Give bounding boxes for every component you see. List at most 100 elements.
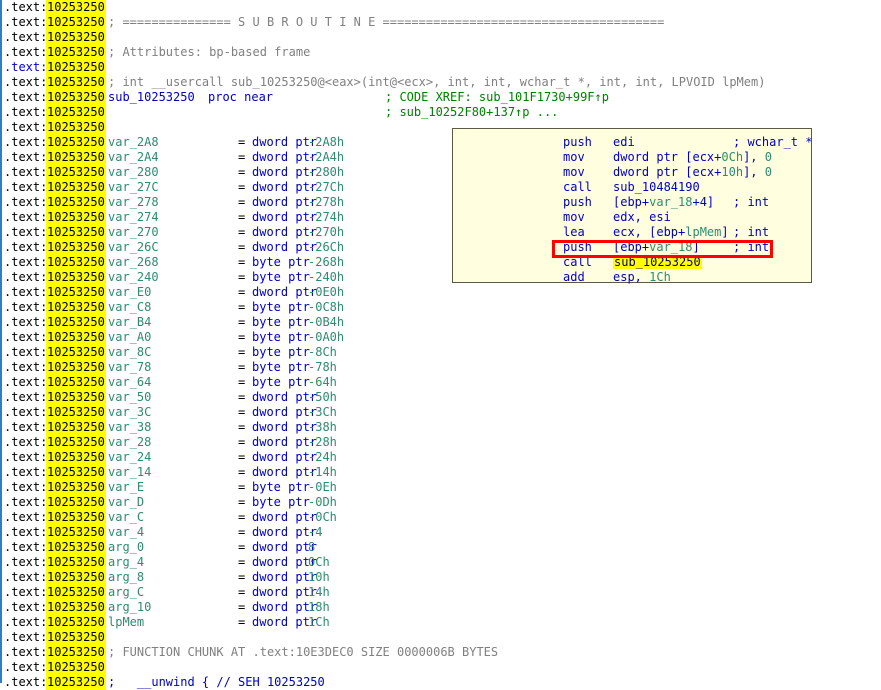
stack-var-row[interactable]: .text: 10253250 var_C8 = byte ptr -0C8h	[0, 300, 881, 315]
line-body: sub_10253250 proc near ; CODE XREF: sub_10…	[108, 90, 881, 105]
blank-line[interactable]: .text: 10253250	[0, 30, 881, 45]
blank-line[interactable]: .text: 10253250	[0, 0, 881, 15]
stack-var-row[interactable]: .text: 10253250 var_28 = dword ptr -28h	[0, 435, 881, 450]
stack-var-row[interactable]: .text: 10253250 lpMem = dword ptr 1Ch	[0, 615, 881, 630]
stack-var-name[interactable]: var_2A8	[108, 135, 159, 150]
stack-var-name[interactable]: var_3C	[108, 405, 151, 420]
stack-var-name[interactable]: arg_C	[108, 585, 144, 600]
stack-var-name[interactable]: var_B4	[108, 315, 151, 330]
stack-var-offset: 8	[308, 540, 316, 554]
stack-var-row[interactable]: .text: 10253250 var_E0 = dword ptr -0E0h	[0, 285, 881, 300]
stack-var-type: byte ptr	[252, 495, 310, 509]
stack-var-name[interactable]: var_8C	[108, 345, 151, 360]
address-label: 10253250	[46, 420, 106, 435]
function-name[interactable]: sub_10253250	[108, 90, 195, 104]
stack-var-row[interactable]: .text: 10253250 var_D = byte ptr -0Dh	[0, 495, 881, 510]
stack-var-name[interactable]: var_E0	[108, 285, 151, 300]
disassembly-listing[interactable]: .text: 10253250 .text: 10253250; ==========…	[0, 0, 881, 690]
blank-line[interactable]: .text: 10253250	[0, 630, 881, 645]
stack-var-name[interactable]: arg_4	[108, 555, 144, 570]
stack-var-name[interactable]: var_278	[108, 195, 159, 210]
stack-var-row[interactable]: .text: 10253250 var_4 = dword ptr -4	[0, 525, 881, 540]
code-xref-primary[interactable]: ; CODE XREF: sub_101F1730+99F↑p	[385, 90, 609, 105]
segment-label: .text:	[4, 225, 48, 239]
stack-var-row[interactable]: .text: 10253250 var_E = byte ptr -0Eh	[0, 480, 881, 495]
stack-var-row[interactable]: .text: 10253250 arg_4 = dword ptr 0Ch	[0, 555, 881, 570]
stack-var-offset: -50h	[308, 390, 337, 404]
stack-var-row[interactable]: .text: 10253250 arg_8 = dword ptr 10h	[0, 570, 881, 585]
address-label: 10253250	[46, 15, 106, 30]
stack-var-row[interactable]: .text: 10253250 var_B4 = byte ptr -0B4h	[0, 315, 881, 330]
stack-var-offset: -38h	[308, 420, 337, 434]
stack-var-name[interactable]: arg_8	[108, 570, 144, 585]
code-xref-secondary[interactable]: ; sub_10252F80+137↑p ...	[385, 105, 558, 120]
stack-var-name[interactable]: var_C	[108, 510, 144, 525]
prototype-line[interactable]: .text: 10253250; int __usercall sub_10253…	[0, 75, 881, 90]
stack-var-name[interactable]: var_A0	[108, 330, 151, 345]
stack-var-row[interactable]: .text: 10253250 var_50 = dword ptr -50h	[0, 390, 881, 405]
hint-mnemonic: mov	[563, 210, 585, 224]
stack-var-row[interactable]: .text: 10253250 var_64 = byte ptr -64h	[0, 375, 881, 390]
stack-var-name[interactable]: var_24	[108, 450, 151, 465]
stack-var-name[interactable]: var_4	[108, 525, 144, 540]
stack-var-name[interactable]: arg_10	[108, 600, 151, 615]
stack-var-name[interactable]: var_27C	[108, 180, 159, 195]
stack-var-name[interactable]: var_78	[108, 360, 151, 375]
xref-continuation-line[interactable]: .text: 10253250 ; sub_10252F80+137↑p ...	[0, 105, 881, 120]
hint-call-target-highlight[interactable]: sub_10253250	[613, 255, 702, 269]
stack-var-name[interactable]: var_268	[108, 255, 159, 270]
hint-mnemonic: push	[563, 240, 592, 254]
address-label: 10253250	[46, 75, 106, 90]
stack-var-row[interactable]: .text: 10253250 var_A0 = byte ptr -0A0h	[0, 330, 881, 345]
stack-var-row[interactable]: .text: 10253250 var_C = dword ptr -0Ch	[0, 510, 881, 525]
stack-var-offset: -27Ch	[308, 180, 345, 194]
stack-var-name[interactable]: var_26C	[108, 240, 159, 255]
stack-var-equals: =	[238, 585, 246, 599]
stack-var-name[interactable]: var_38	[108, 420, 151, 435]
stack-var-offset: -0Dh	[308, 495, 337, 509]
address-label: 10253250	[46, 285, 106, 300]
blank-line[interactable]: .text: 10253250	[0, 60, 881, 75]
subroutine-banner-line[interactable]: .text: 10253250; =============== S U B R …	[0, 15, 881, 30]
segment-label: .text:	[4, 570, 48, 584]
address-label: 10253250	[46, 405, 106, 420]
stack-var-row[interactable]: .text: 10253250 var_8C = byte ptr -8Ch	[0, 345, 881, 360]
stack-var-row[interactable]: .text: 10253250 var_24 = dword ptr -24h	[0, 450, 881, 465]
stack-var-name[interactable]: var_C8	[108, 300, 151, 315]
function-header-line[interactable]: .text: 10253250 sub_10253250 proc near ; COD…	[0, 90, 881, 105]
address-label: 10253250	[46, 540, 106, 555]
stack-var-row[interactable]: .text: 10253250 var_38 = dword ptr -38h	[0, 420, 881, 435]
stack-var-row[interactable]: .text: 10253250 arg_C = dword ptr 14h	[0, 585, 881, 600]
attributes-line[interactable]: .text: 10253250; Attributes: bp-based fra…	[0, 45, 881, 60]
stack-var-row[interactable]: .text: 10253250 arg_10 = dword ptr 18h	[0, 600, 881, 615]
address-label: 10253250	[46, 0, 106, 15]
stack-var-name[interactable]: var_14	[108, 465, 151, 480]
stack-var-name[interactable]: arg_0	[108, 540, 144, 555]
address-label: 10253250	[46, 135, 106, 150]
stack-var-offset: -278h	[308, 195, 345, 209]
stack-var-name[interactable]: var_274	[108, 210, 159, 225]
stack-var-row[interactable]: .text: 10253250 var_14 = dword ptr -14h	[0, 465, 881, 480]
stack-var-row[interactable]: .text: 10253250 arg_0 = dword ptr 8	[0, 540, 881, 555]
stack-var-name[interactable]: var_E	[108, 480, 144, 495]
segment-label: .text:	[4, 630, 48, 644]
stack-var-name[interactable]: var_28	[108, 435, 151, 450]
blank-line[interactable]: .text: 10253250	[0, 660, 881, 675]
stack-var-name[interactable]: var_240	[108, 270, 159, 285]
function-chunk-line[interactable]: .text: 10253250; FUNCTION CHUNK AT .text:…	[0, 645, 881, 660]
stack-var-name[interactable]: var_D	[108, 495, 144, 510]
stack-var-type: byte ptr	[252, 255, 310, 269]
address-label: 10253250	[46, 270, 106, 285]
stack-var-equals: =	[238, 405, 246, 419]
stack-var-row[interactable]: .text: 10253250 var_78 = byte ptr -78h	[0, 360, 881, 375]
stack-var-name[interactable]: var_64	[108, 375, 151, 390]
stack-var-name[interactable]: lpMem	[108, 615, 144, 630]
stack-var-name[interactable]: var_280	[108, 165, 159, 180]
stack-var-name[interactable]: var_270	[108, 225, 159, 240]
stack-var-row[interactable]: .text: 10253250 var_3C = dword ptr -3Ch	[0, 405, 881, 420]
stack-var-name[interactable]: var_50	[108, 390, 151, 405]
stack-var-name[interactable]: var_2A4	[108, 150, 159, 165]
segment-label: .text:	[4, 510, 48, 524]
stack-var-equals: =	[238, 390, 246, 404]
hint-instruction-line: call sub_10484190	[453, 180, 811, 195]
